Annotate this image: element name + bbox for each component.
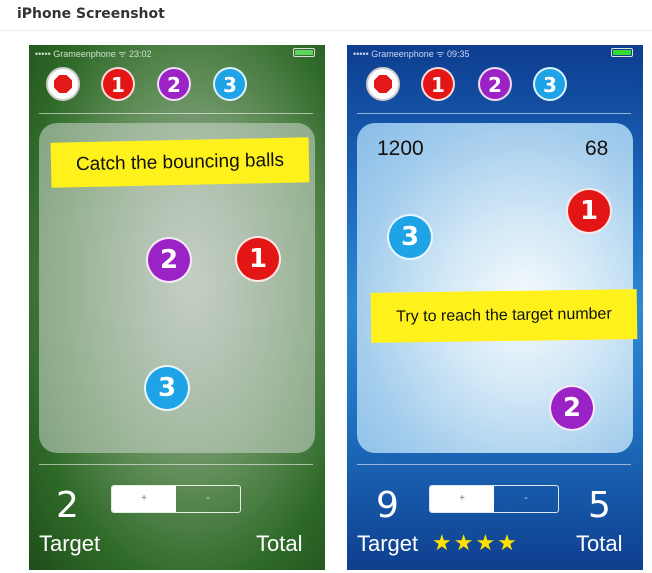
target-value: 2 (56, 485, 79, 526)
ball-2[interactable]: 2 (146, 237, 192, 283)
ball-button-2[interactable]: 2 (157, 67, 191, 101)
stop-button[interactable] (46, 67, 80, 101)
stop-icon (374, 75, 392, 93)
plus-segment[interactable]: + (112, 486, 176, 512)
battery-icon (611, 48, 633, 57)
screenshot-blue: ••••• Grameenphone ᯤ 09:35 1 2 3 1200 68… (347, 45, 643, 570)
bottom-divider (39, 464, 313, 465)
plus-minus-toggle[interactable]: + - (111, 485, 241, 513)
screenshot-green: ••••• Grameenphone ᯤ 23:02 1 2 3 Catch t… (29, 45, 325, 570)
ball-button-1[interactable]: 1 (421, 67, 455, 101)
ball-button-1[interactable]: 1 (101, 67, 135, 101)
status-bar: ••••• Grameenphone ᯤ 23:02 (29, 45, 325, 59)
top-divider (39, 113, 313, 114)
carrier-text: ••••• Grameenphone ᯤ 23:02 (35, 49, 152, 59)
moves-value: 68 (585, 137, 609, 160)
ball-3[interactable]: 3 (144, 365, 190, 411)
heading-divider (0, 30, 652, 31)
stop-button[interactable] (366, 67, 400, 101)
total-label: Total (256, 531, 303, 556)
ball-button-3[interactable]: 3 (533, 67, 567, 101)
battery-icon (293, 48, 315, 57)
target-value: 9 (376, 485, 399, 526)
plus-minus-toggle[interactable]: + - (429, 485, 559, 513)
ball-button-3[interactable]: 3 (213, 67, 247, 101)
minus-segment[interactable]: - (494, 486, 558, 512)
instruction-banner: Catch the bouncing balls (50, 137, 310, 188)
top-divider (357, 113, 631, 114)
target-label: Target (39, 531, 101, 556)
ball-2[interactable]: 2 (549, 385, 595, 431)
ball-1[interactable]: 1 (566, 188, 612, 234)
ball-1[interactable]: 1 (235, 236, 281, 282)
ball-button-2[interactable]: 2 (478, 67, 512, 101)
status-bar: ••••• Grameenphone ᯤ 09:35 (347, 45, 643, 59)
target-label: Target (357, 531, 419, 556)
stop-icon (54, 75, 72, 93)
bottom-divider (357, 464, 631, 465)
total-value: 5 (588, 485, 611, 526)
minus-segment[interactable]: - (176, 486, 240, 512)
star-rating: ★★★★ (432, 531, 519, 556)
score-value: 1200 (377, 137, 424, 160)
ball-3[interactable]: 3 (387, 214, 433, 260)
page-heading: iPhone Screenshot (17, 6, 165, 22)
instruction-banner: Try to reach the target number (370, 289, 638, 343)
carrier-text: ••••• Grameenphone ᯤ 09:35 (353, 49, 470, 59)
total-label: Total (576, 531, 623, 556)
plus-segment[interactable]: + (430, 486, 494, 512)
